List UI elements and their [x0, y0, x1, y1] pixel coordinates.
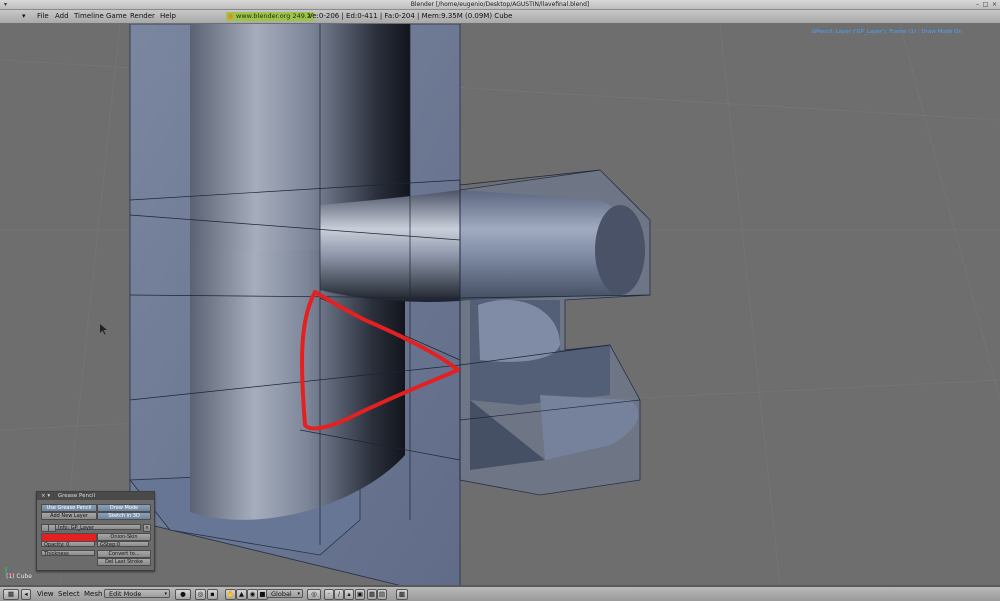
vertex-select-icon[interactable]: ·: [324, 589, 334, 600]
mouse-cursor-icon: [100, 324, 107, 335]
window-title-bar: ▾ Blender [/home/eugenio/Desktop/AGUSTIN…: [0, 0, 1000, 10]
add-new-layer-button[interactable]: Add New Layer: [41, 512, 97, 520]
onion-skin-toggle[interactable]: Onion-Skin: [97, 533, 151, 541]
opacity-slider[interactable]: Opacity: 0: [41, 541, 95, 548]
scene-stats: Ve:0-206 | Ed:0-411 | Fa:0-204 | Mem:9.3…: [308, 12, 513, 20]
gstep-field[interactable]: GStep:0: [97, 541, 149, 548]
mode-selector[interactable]: Edit Mode ▾: [104, 589, 170, 598]
maximize-icon[interactable]: □: [982, 1, 989, 8]
menu-file[interactable]: File: [37, 10, 49, 23]
proportional-edit-icon[interactable]: ◎: [307, 589, 321, 600]
panel-collapse-icon[interactable]: ▾: [47, 493, 50, 499]
menu-render[interactable]: Render: [130, 10, 155, 23]
face-select-icon[interactable]: ▴: [344, 589, 354, 600]
panel-close-icon[interactable]: ×: [41, 493, 46, 499]
use-grease-pencil-toggle[interactable]: Use Grease Pencil: [41, 504, 97, 512]
close-icon[interactable]: ×: [991, 1, 998, 8]
window-title: Blender [/home/eugenio/Desktop/AGUSTIN/l…: [410, 1, 590, 8]
blender-url-badge[interactable]: www.blender.org 249.2: [226, 12, 315, 21]
top-menu-bar: ▾ File Add Timeline Game Render Help www…: [0, 10, 1000, 24]
mode-value: Edit Mode: [109, 590, 142, 598]
edge-select-icon[interactable]: /: [334, 589, 344, 600]
panel-title: Grease Pencil: [57, 493, 96, 499]
del-last-stroke-button[interactable]: Del Last Stroke: [97, 558, 151, 566]
paste-view-icon[interactable]: ▤: [377, 589, 387, 600]
hand-icon[interactable]: ✋: [225, 589, 236, 600]
draw-mode-toggle[interactable]: Draw Mode: [97, 504, 151, 512]
active-object-label: (1) Cube: [6, 573, 32, 580]
menu-help[interactable]: Help: [160, 10, 176, 23]
menu-timeline[interactable]: Timeline: [74, 10, 104, 23]
orientation-selector[interactable]: Global ▾: [266, 589, 303, 598]
menu-mesh[interactable]: Mesh: [84, 587, 102, 601]
layer-delete-icon[interactable]: ×: [143, 524, 151, 532]
rotate-icon[interactable]: ▲: [236, 589, 247, 600]
copy-view-icon[interactable]: ▦: [367, 589, 377, 600]
orientation-value: Global: [271, 590, 292, 598]
pivot-icon[interactable]: ◎: [195, 589, 206, 600]
editor-type-icon[interactable]: ▦: [3, 589, 19, 600]
menu-game[interactable]: Game: [106, 10, 127, 23]
render-icon[interactable]: ▩: [396, 589, 408, 600]
menu-view[interactable]: View: [37, 587, 54, 601]
layer-name-field[interactable]: Info: GP_Layer: [55, 524, 141, 531]
grease-pencil-panel: × ▾ Grease Pencil Use Grease Pencil Draw…: [36, 491, 155, 571]
minimize-icon[interactable]: –: [974, 1, 981, 8]
header-collapse-icon[interactable]: ◂: [21, 589, 31, 600]
cage-block-right: [459, 169, 651, 496]
menu-select[interactable]: Select: [58, 587, 80, 601]
sketch-in-3d-toggle[interactable]: Sketch in 3D: [97, 512, 151, 520]
editor-type-icon[interactable]: ▾: [22, 10, 26, 23]
draw-type-icon[interactable]: ●: [175, 589, 191, 600]
vertex-group-icon[interactable]: ▪: [207, 589, 218, 600]
convert-to-button[interactable]: Convert to...: [97, 550, 151, 558]
thickness-slider[interactable]: Thickness: [41, 550, 95, 557]
menu-add[interactable]: Add: [55, 10, 69, 23]
view3d-header: ▦ ◂ View Select Mesh Edit Mode ▾ ● ◎ ▪ ✋ …: [0, 586, 1000, 601]
occlude-icon[interactable]: ▣: [355, 589, 365, 600]
panel-header[interactable]: × ▾ Grease Pencil: [37, 492, 154, 500]
gpencil-status-text: GPencil: Layer ('GP_Layer'), Frame (1) :…: [811, 29, 962, 35]
